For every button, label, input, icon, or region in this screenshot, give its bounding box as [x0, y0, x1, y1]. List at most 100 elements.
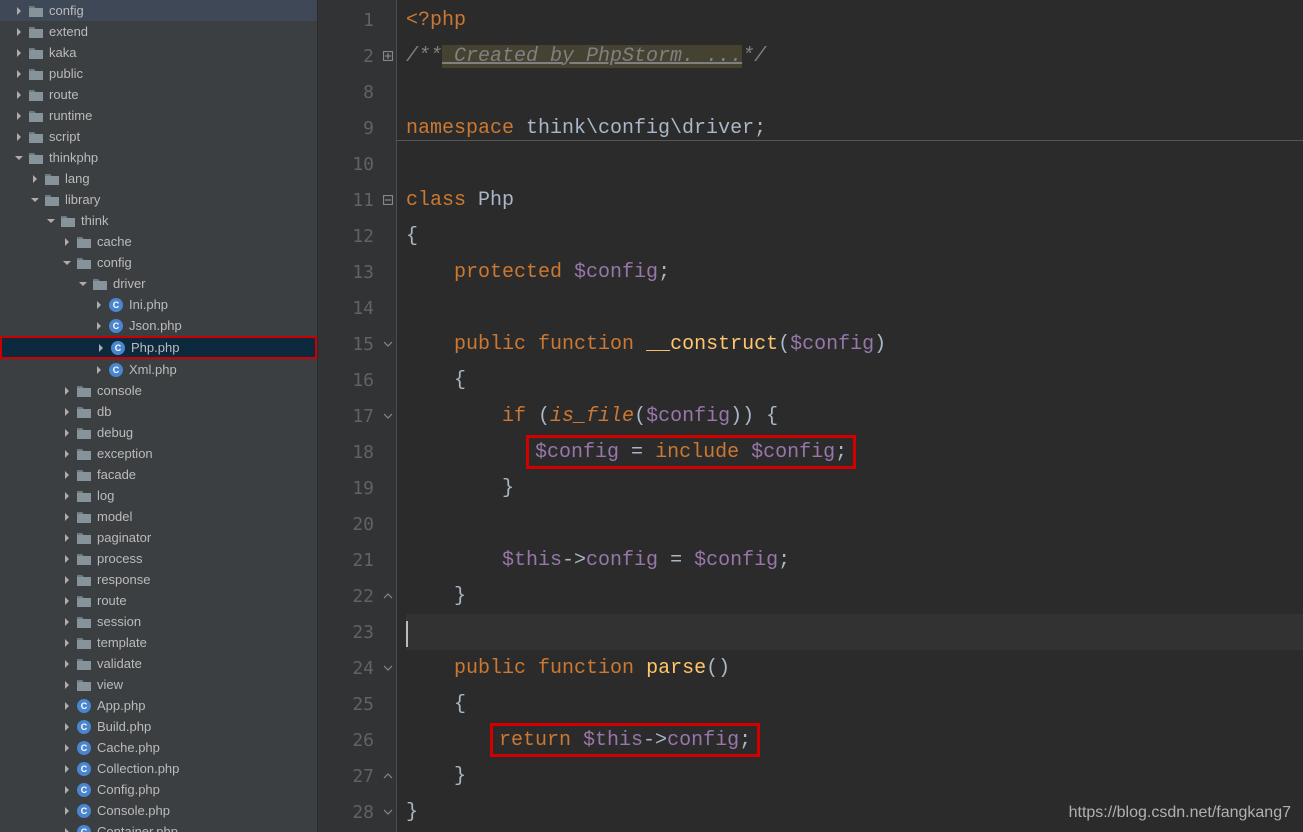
code-line-24[interactable]: public function parse() — [406, 650, 1303, 686]
fold-icon[interactable] — [382, 770, 394, 782]
chevron-right-icon[interactable] — [14, 90, 24, 100]
code-line-13[interactable]: protected $config; — [406, 254, 1303, 290]
code-line-21[interactable]: $this->config = $config; — [406, 542, 1303, 578]
tree-item-cache[interactable]: cache — [0, 231, 317, 252]
gutter-line-22[interactable]: 22 — [318, 578, 396, 614]
gutter-line-26[interactable]: 26 — [318, 722, 396, 758]
chevron-right-icon[interactable] — [14, 132, 24, 142]
chevron-right-icon[interactable] — [62, 785, 72, 795]
fold-icon[interactable] — [382, 338, 394, 350]
chevron-right-icon[interactable] — [62, 470, 72, 480]
gutter-line-11[interactable]: 11 — [318, 182, 396, 218]
fold-icon[interactable] — [382, 194, 394, 206]
gutter-line-15[interactable]: 15 — [318, 326, 396, 362]
tree-item-paginator[interactable]: paginator — [0, 527, 317, 548]
gutter-line-19[interactable]: 19 — [318, 470, 396, 506]
tree-item-console-php[interactable]: CConsole.php — [0, 800, 317, 821]
chevron-right-icon[interactable] — [14, 69, 24, 79]
chevron-right-icon[interactable] — [62, 701, 72, 711]
gutter-line-23[interactable]: 23 — [318, 614, 396, 650]
gutter-line-17[interactable]: 17 — [318, 398, 396, 434]
tree-item-config[interactable]: config — [0, 252, 317, 273]
gutter-line-21[interactable]: 21 — [318, 542, 396, 578]
gutter-line-28[interactable]: 28 — [318, 794, 396, 830]
tree-item-validate[interactable]: validate — [0, 653, 317, 674]
chevron-right-icon[interactable] — [14, 6, 24, 16]
chevron-right-icon[interactable] — [96, 343, 106, 353]
fold-icon[interactable] — [382, 662, 394, 674]
chevron-right-icon[interactable] — [62, 827, 72, 832]
chevron-right-icon[interactable] — [94, 300, 104, 310]
code-line-18[interactable]: $config = include $config; — [406, 434, 1303, 470]
gutter-line-14[interactable]: 14 — [318, 290, 396, 326]
tree-item-json-php[interactable]: CJson.php — [0, 315, 317, 336]
code-line-16[interactable]: { — [406, 362, 1303, 398]
chevron-right-icon[interactable] — [62, 617, 72, 627]
tree-item-debug[interactable]: debug — [0, 422, 317, 443]
code-line-8[interactable] — [406, 74, 1303, 110]
chevron-down-icon[interactable] — [30, 195, 40, 205]
chevron-right-icon[interactable] — [94, 321, 104, 331]
chevron-right-icon[interactable] — [62, 407, 72, 417]
chevron-right-icon[interactable] — [14, 111, 24, 121]
code-line-10[interactable] — [406, 146, 1303, 182]
tree-item-build-php[interactable]: CBuild.php — [0, 716, 317, 737]
gutter-line-1[interactable]: 1 — [318, 2, 396, 38]
chevron-right-icon[interactable] — [14, 48, 24, 58]
fold-icon[interactable] — [382, 806, 394, 818]
project-tree[interactable]: configextendkakapublicrouteruntimescript… — [0, 0, 318, 832]
gutter-line-8[interactable]: 8 — [318, 74, 396, 110]
chevron-right-icon[interactable] — [62, 764, 72, 774]
chevron-down-icon[interactable] — [14, 153, 24, 163]
tree-item-session[interactable]: session — [0, 611, 317, 632]
chevron-right-icon[interactable] — [62, 512, 72, 522]
chevron-right-icon[interactable] — [62, 449, 72, 459]
tree-item-facade[interactable]: facade — [0, 464, 317, 485]
chevron-right-icon[interactable] — [62, 491, 72, 501]
tree-item-kaka[interactable]: kaka — [0, 42, 317, 63]
code-line-15[interactable]: public function __construct($config) — [406, 326, 1303, 362]
chevron-right-icon[interactable] — [62, 659, 72, 669]
gutter-line-12[interactable]: 12 — [318, 218, 396, 254]
chevron-right-icon[interactable] — [14, 27, 24, 37]
gutter-line-13[interactable]: 13 — [318, 254, 396, 290]
gutter-line-18[interactable]: 18 — [318, 434, 396, 470]
tree-item-xml-php[interactable]: CXml.php — [0, 359, 317, 380]
tree-item-log[interactable]: log — [0, 485, 317, 506]
tree-item-config[interactable]: config — [0, 0, 317, 21]
tree-item-extend[interactable]: extend — [0, 21, 317, 42]
code-line-26[interactable]: return $this->config; — [406, 722, 1303, 758]
code-line-25[interactable]: { — [406, 686, 1303, 722]
chevron-right-icon[interactable] — [62, 237, 72, 247]
code-area[interactable]: <?php /** Created by PhpStorm. ...*/ nam… — [396, 0, 1303, 832]
chevron-right-icon[interactable] — [62, 554, 72, 564]
gutter-line-10[interactable]: 10 — [318, 146, 396, 182]
code-line-11[interactable]: class Php — [406, 182, 1303, 218]
chevron-right-icon[interactable] — [62, 575, 72, 585]
tree-item-php-php[interactable]: CPhp.php — [0, 336, 317, 359]
fold-icon[interactable] — [382, 590, 394, 602]
gutter-line-27[interactable]: 27 — [318, 758, 396, 794]
chevron-right-icon[interactable] — [62, 638, 72, 648]
tree-item-template[interactable]: template — [0, 632, 317, 653]
code-line-20[interactable] — [406, 506, 1303, 542]
code-line-12[interactable]: { — [406, 218, 1303, 254]
chevron-right-icon[interactable] — [62, 386, 72, 396]
tree-item-lang[interactable]: lang — [0, 168, 317, 189]
gutter-line-24[interactable]: 24 — [318, 650, 396, 686]
gutter-line-25[interactable]: 25 — [318, 686, 396, 722]
tree-item-public[interactable]: public — [0, 63, 317, 84]
tree-item-view[interactable]: view — [0, 674, 317, 695]
chevron-right-icon[interactable] — [62, 743, 72, 753]
tree-item-exception[interactable]: exception — [0, 443, 317, 464]
code-line-1[interactable]: <?php — [406, 2, 1303, 38]
code-line-17[interactable]: if (is_file($config)) { — [406, 398, 1303, 434]
tree-item-app-php[interactable]: CApp.php — [0, 695, 317, 716]
chevron-down-icon[interactable] — [62, 258, 72, 268]
code-line-23[interactable] — [406, 614, 1303, 650]
tree-item-script[interactable]: script — [0, 126, 317, 147]
fold-icon[interactable] — [382, 50, 394, 62]
code-line-19[interactable]: } — [406, 470, 1303, 506]
chevron-right-icon[interactable] — [62, 806, 72, 816]
chevron-right-icon[interactable] — [62, 533, 72, 543]
